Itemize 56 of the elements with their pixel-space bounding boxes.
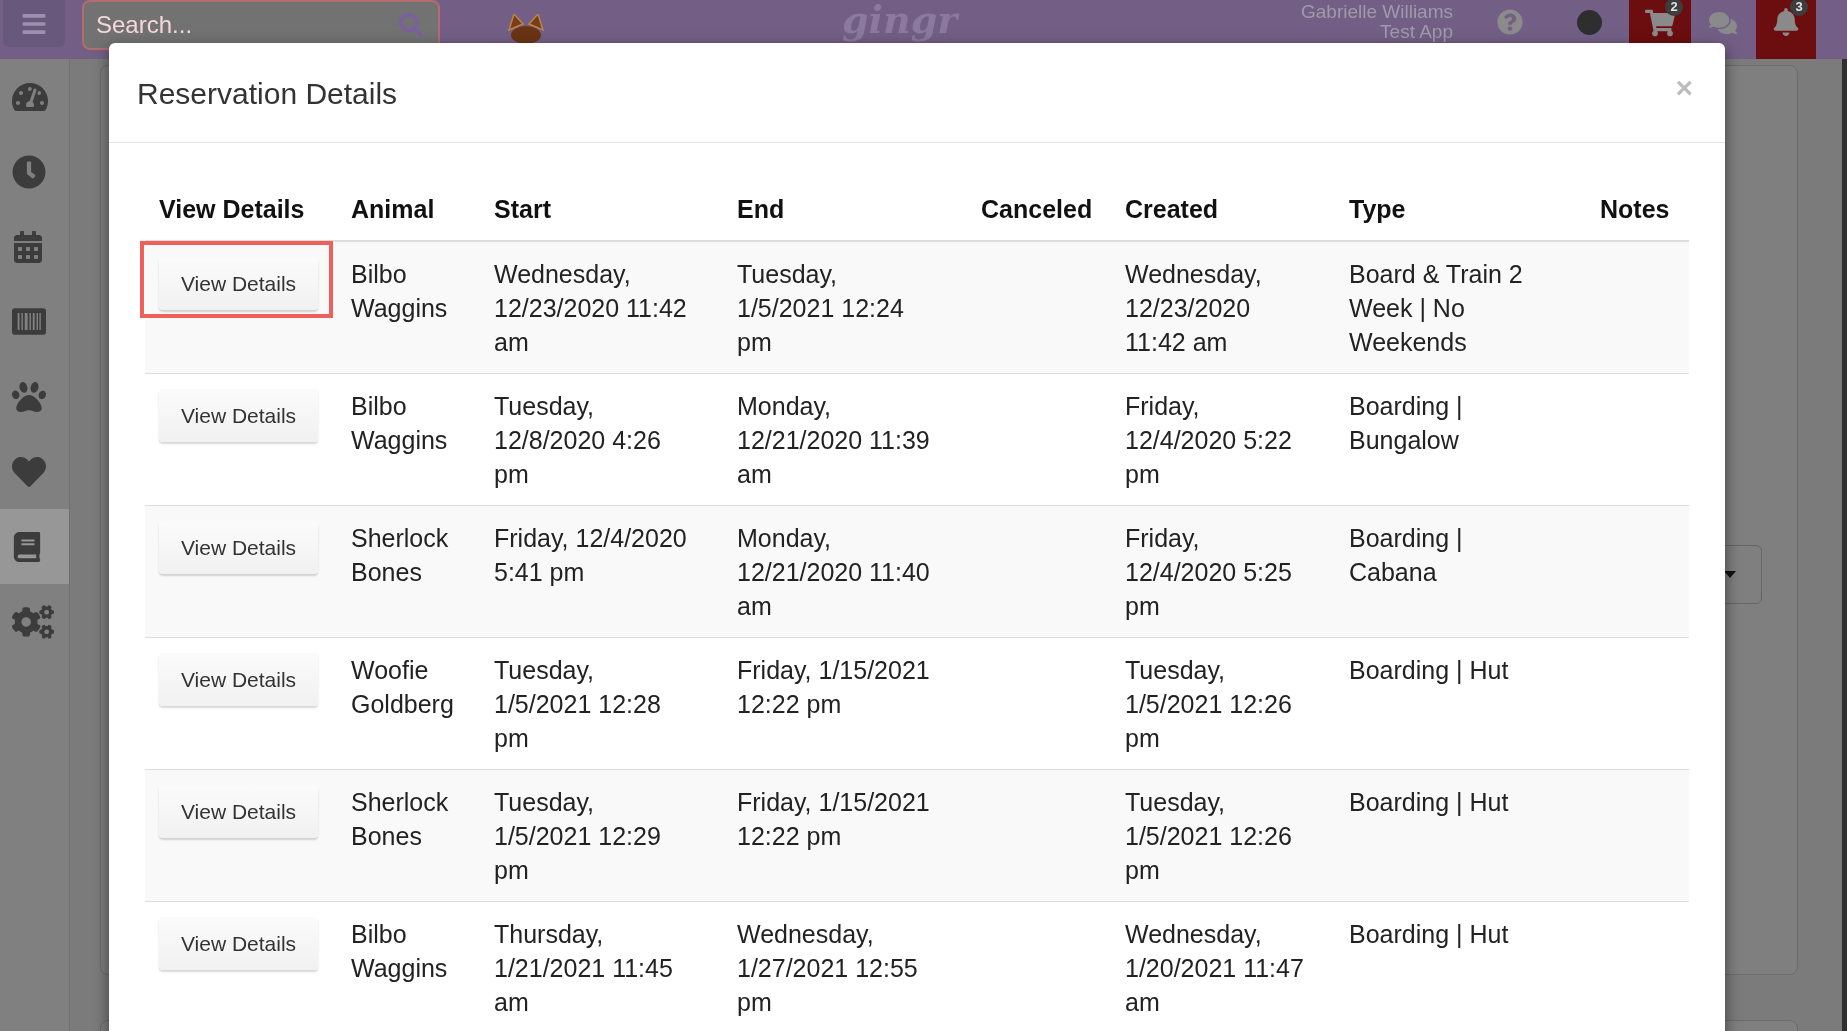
table-cell: Wednesday, 1/27/2021 12:55 pm — [723, 901, 967, 1031]
modal-title: Reservation Details — [137, 76, 398, 112]
table-cell: Tuesday, 1/5/2021 12:28 pm — [480, 637, 723, 770]
table-cell: Wednesday, 1/20/2021 11:47 am — [1111, 901, 1335, 1031]
table-cell: Woofie Goldberg — [337, 637, 480, 770]
table-cell: Bilbo Waggins — [337, 241, 480, 374]
table-cell: Thursday, 1/21/2021 11:45 am — [480, 901, 723, 1031]
column-header: View Details — [145, 178, 337, 241]
calendar-icon — [12, 230, 44, 263]
table-cell: Tuesday, 1/5/2021 12:26 pm — [1111, 769, 1335, 902]
table-cell: Boarding | Hut — [1335, 901, 1586, 1031]
avatar-icon[interactable] — [1577, 10, 1602, 35]
view-details-button[interactable]: View Details — [159, 389, 318, 442]
notifications-button[interactable]: 3 — [1756, 0, 1816, 59]
table-cell: Bilbo Waggins — [337, 373, 480, 506]
table-cell: Friday, 12/4/2020 5:22 pm — [1111, 373, 1335, 506]
table-cell: Boarding | Hut — [1335, 769, 1586, 902]
table-cell: Friday, 12/4/2020 5:41 pm — [480, 505, 723, 638]
user-name: Gabrielle Williams — [1300, 2, 1453, 22]
view-details-button[interactable]: View Details — [159, 917, 318, 970]
table-cell: Tuesday, 1/5/2021 12:26 pm — [1111, 637, 1335, 770]
table-cell: Friday, 1/15/2021 12:22 pm — [723, 769, 967, 902]
table-cell: Friday, 12/4/2020 5:25 pm — [1111, 505, 1335, 638]
table-cell: Tuesday, 1/5/2021 12:24 pm — [723, 241, 967, 374]
table-cell: Bilbo Waggins — [337, 901, 480, 1031]
sidebar-item[interactable] — [0, 509, 69, 584]
table-cell: Friday, 1/15/2021 12:22 pm — [723, 637, 967, 770]
table-cell: Tuesday, 12/8/2020 4:26 pm — [480, 373, 723, 506]
table-cell: Tuesday, 1/5/2021 12:29 pm — [480, 769, 723, 902]
count-badge: 3 — [1790, 0, 1808, 16]
menu-button[interactable] — [3, 0, 65, 47]
table-cell: Board & Train 2 Week | No Weekends — [1335, 241, 1586, 374]
help-icon[interactable] — [1497, 9, 1523, 35]
view-details-button[interactable]: View Details — [159, 785, 318, 838]
table-cell: Wednesday, 12/23/2020 11:42 am — [480, 241, 723, 374]
table-cell: Monday, 12/21/2020 11:40 am — [723, 505, 967, 638]
table-cell: Sherlock Bones — [337, 769, 480, 902]
table-cell: Boarding | Hut — [1335, 637, 1586, 770]
clock-icon — [12, 154, 46, 189]
table-cell: Monday, 12/21/2020 11:39 am — [723, 373, 967, 506]
count-badge: 2 — [1665, 0, 1683, 16]
view-details-button[interactable]: View Details — [159, 257, 318, 310]
book-icon — [12, 531, 42, 562]
table-cell: Boarding | Cabana — [1335, 505, 1586, 638]
paw-icon — [12, 379, 46, 414]
table-cell: Wednesday, 12/23/2020 11:42 am — [1111, 241, 1335, 374]
table-cell: Sherlock Bones — [337, 505, 480, 638]
account-name: Test App — [1380, 22, 1453, 42]
caret-icon — [1724, 571, 1736, 578]
cat-logo-icon — [506, 14, 546, 44]
chat-icon[interactable] — [1709, 9, 1737, 37]
view-details-button[interactable]: View Details — [159, 653, 318, 706]
barcode-icon — [12, 308, 46, 335]
table-cell: Boarding | Bungalow — [1335, 373, 1586, 506]
heart-icon — [12, 454, 46, 489]
view-details-button[interactable]: View Details — [159, 521, 318, 574]
